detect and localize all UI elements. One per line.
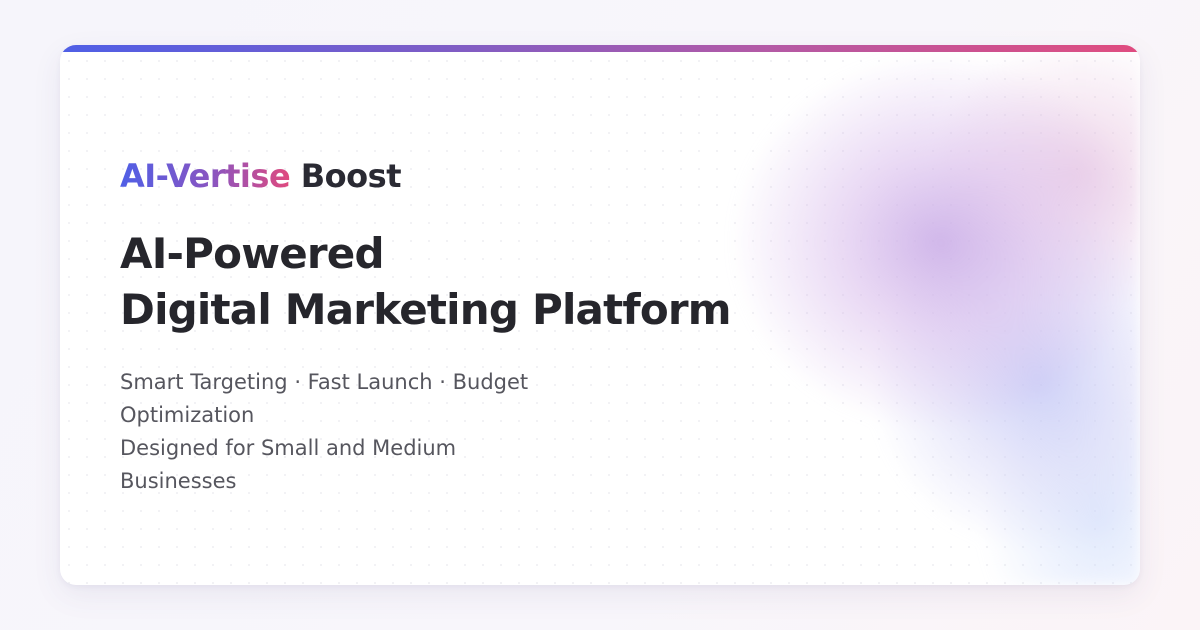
hero-card: AI-Vertise Boost AI-Powered Digital Mark… <box>60 45 1140 585</box>
brand-name-accent: AI-Vertise <box>120 157 291 195</box>
headline: AI-Powered Digital Marketing Platform <box>120 226 732 338</box>
gradient-accent-bar <box>60 45 1140 52</box>
subtitle: Smart Targeting · Fast Launch · Budget O… <box>120 366 560 498</box>
features-line-2: Optimization <box>120 403 255 427</box>
audience-line: Designed for Small and Medium Businesses <box>120 436 457 493</box>
brand-name-rest: Boost <box>300 157 402 195</box>
hero-content: AI-Vertise Boost AI-Powered Digital Mark… <box>120 160 732 498</box>
headline-line-1: AI-Powered <box>120 229 385 278</box>
features-line-1: Smart Targeting · Fast Launch · Budget <box>120 370 529 394</box>
brand-logo: AI-Vertise Boost <box>120 160 731 192</box>
headline-line-2: Digital Marketing Platform <box>120 285 732 334</box>
